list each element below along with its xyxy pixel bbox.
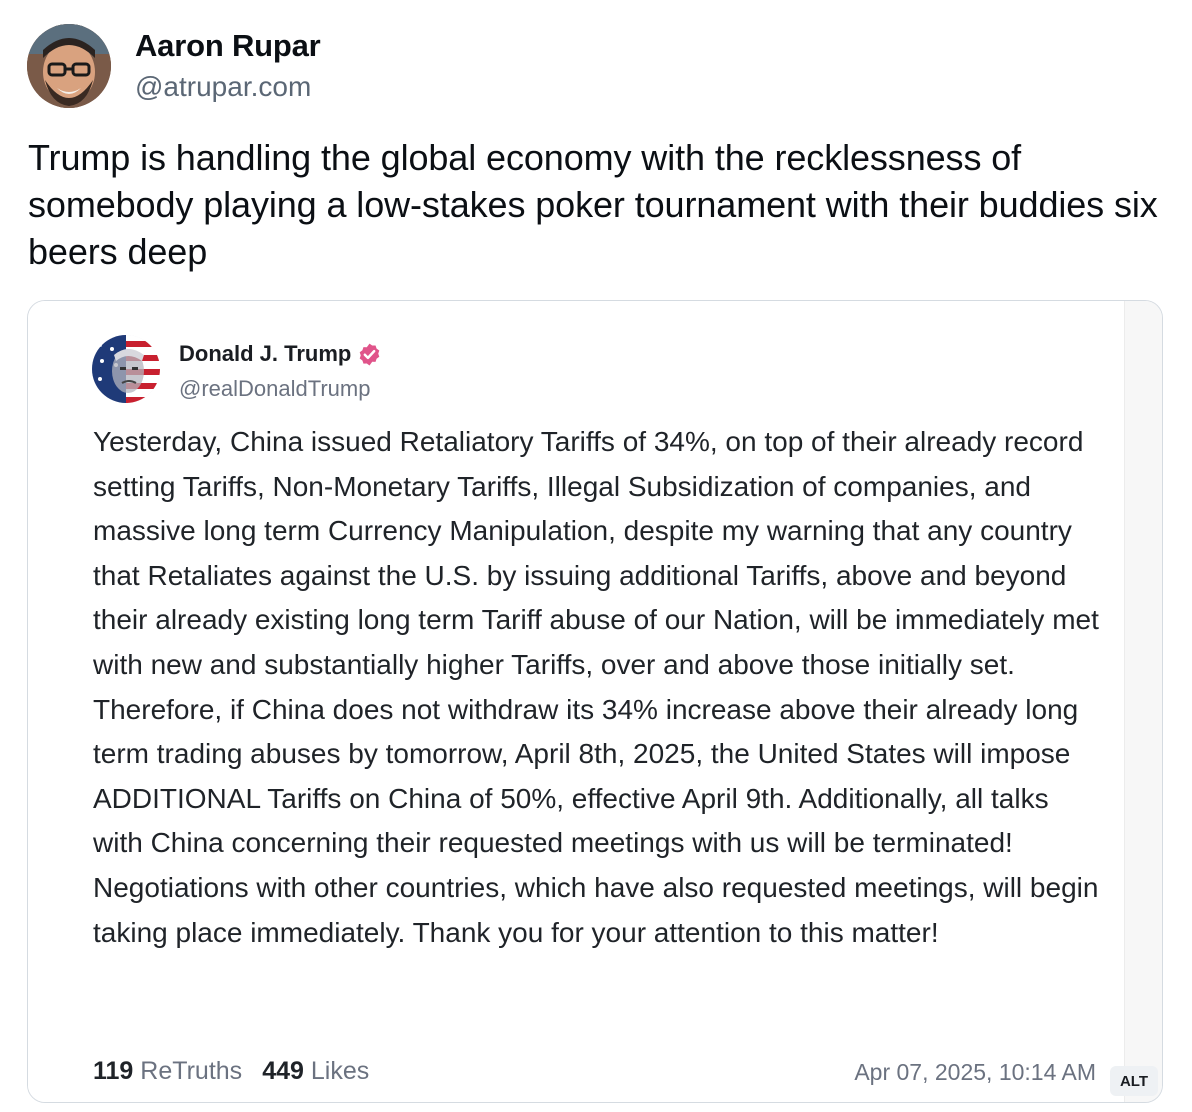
author-handle[interactable]: @atrupar.com: [135, 71, 311, 103]
verified-badge-icon: [357, 342, 382, 367]
author-name[interactable]: Aaron Rupar: [135, 28, 321, 64]
embedded-post-text: Yesterday, China issued Retaliatory Tari…: [93, 426, 1099, 948]
image-edge-strip: [1124, 301, 1162, 1102]
truth-social-screenshot: Donald J. Trump @realDonaldTrump Yesterd…: [28, 301, 1124, 1102]
likes-label: Likes: [310, 1057, 370, 1085]
post-text: Trump is handling the global economy wit…: [28, 137, 1158, 272]
post: Aaron Rupar @atrupar.com Trump is handli…: [0, 0, 1192, 1112]
retruths-count: 119: [93, 1057, 134, 1085]
likes-stat: 449 Likes: [262, 1057, 369, 1086]
retruths-stat: 119 ReTruths: [93, 1057, 242, 1086]
likes-count: 449: [262, 1057, 304, 1085]
embedded-timestamp: Apr 07, 2025, 10:14 AM: [854, 1059, 1096, 1085]
alt-text-button[interactable]: ALT: [1110, 1066, 1158, 1096]
trump-avatar: [92, 335, 160, 403]
author-avatar[interactable]: [27, 24, 111, 108]
embedded-author-name: Donald J. Trump: [179, 341, 382, 367]
embedded-author-handle: @realDonaldTrump: [179, 376, 371, 401]
embedded-author-name-text: Donald J. Trump: [179, 341, 352, 366]
embedded-image[interactable]: Donald J. Trump @realDonaldTrump Yesterd…: [27, 300, 1163, 1103]
engagement-stats: 119 ReTruths 449 Likes: [93, 1057, 369, 1086]
retruths-label: ReTruths: [140, 1057, 243, 1085]
